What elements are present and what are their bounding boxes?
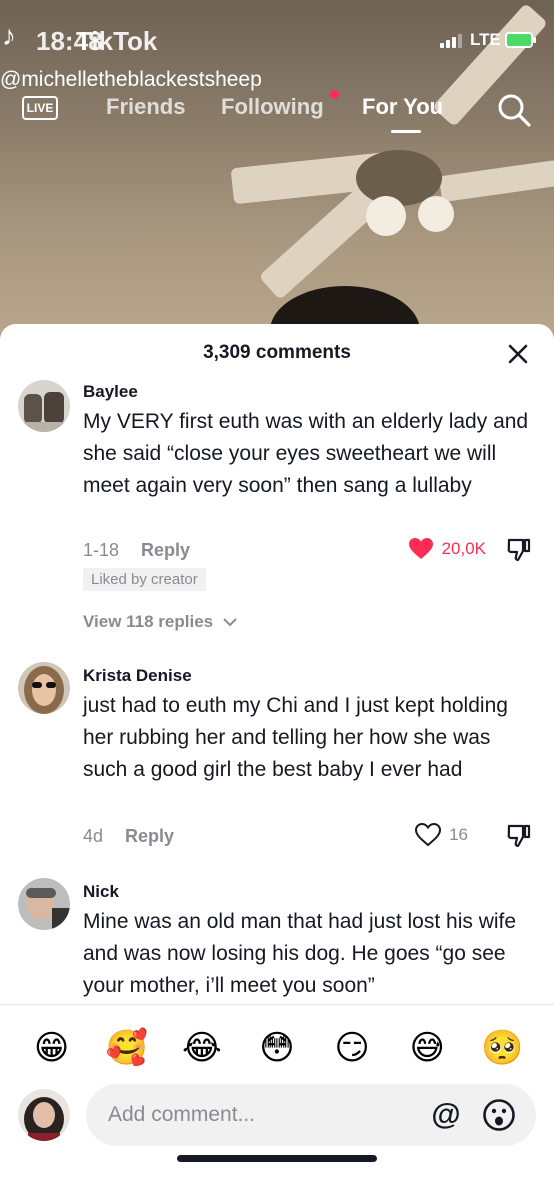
- fan-light: [418, 196, 454, 232]
- tiktok-logo-icon: ♪: [2, 20, 16, 51]
- status-time: 18:48: [36, 26, 103, 56]
- tab-for-you[interactable]: For You: [362, 94, 443, 120]
- like-count: 20,0K: [441, 539, 486, 558]
- dislike-icon[interactable]: [506, 822, 532, 848]
- active-tab-indicator: [391, 130, 421, 133]
- comment-author[interactable]: Nick: [83, 882, 119, 902]
- avatar[interactable]: [18, 662, 70, 714]
- home-indicator[interactable]: [177, 1155, 377, 1162]
- emoji-quick-bar: 😁 🥰 😂 😳 😏 😅 🥺: [0, 1026, 554, 1070]
- emoji-picker-icon[interactable]: [482, 1098, 516, 1132]
- view-replies-label: View 118 replies: [83, 612, 214, 631]
- avatar[interactable]: [18, 878, 70, 930]
- signal-icon: [440, 34, 462, 48]
- reply-button[interactable]: Reply: [141, 540, 190, 560]
- fan-blade: [438, 159, 554, 203]
- heart-filled-icon: [408, 538, 433, 559]
- emoji-hearts[interactable]: 🥰: [105, 1026, 149, 1070]
- liked-by-creator-badge: Liked by creator: [83, 568, 206, 591]
- search-icon[interactable]: [496, 92, 532, 128]
- comment-text: just had to euth my Chi and I just kept …: [83, 694, 508, 781]
- video-background[interactable]: ♪ TikTok 18:48 LTE @michelletheblackests…: [0, 0, 554, 340]
- battery-icon: [505, 32, 536, 48]
- comment-item: Nick Mine was an old man that had just l…: [0, 876, 554, 1004]
- status-bar: ♪ TikTok 18:48 LTE: [0, 20, 554, 56]
- comment-meta: 1-18 Reply: [83, 540, 190, 561]
- like-button[interactable]: 16: [415, 823, 468, 847]
- comment-text: Mine was an old man that had just lost h…: [83, 910, 517, 997]
- tab-following[interactable]: Following: [221, 94, 324, 120]
- comment-author[interactable]: Baylee: [83, 382, 138, 402]
- comment-date: 4d: [83, 826, 104, 846]
- comment-item: Krista Denise just had to euth my Chi an…: [0, 660, 554, 870]
- comments-list[interactable]: Baylee My VERY first euth was with an el…: [0, 372, 554, 1004]
- live-icon[interactable]: LIVE: [22, 96, 58, 120]
- comment-date: 1-18: [83, 540, 120, 560]
- fan-light: [366, 196, 406, 236]
- emoji-grin[interactable]: 😁: [30, 1026, 74, 1070]
- comment-input[interactable]: [108, 1084, 418, 1146]
- comments-sheet: 3,309 comments Baylee My VERY first euth…: [0, 324, 554, 1200]
- comment-meta: 4d Reply: [83, 826, 174, 847]
- comment-item: Baylee My VERY first euth was with an el…: [0, 372, 554, 652]
- comment-author[interactable]: Krista Denise: [83, 666, 192, 686]
- divider: [0, 1004, 554, 1005]
- emoji-sweat-smile[interactable]: 😅: [405, 1026, 449, 1070]
- like-button[interactable]: 20,0K: [408, 537, 486, 561]
- emoji-smirk[interactable]: 😏: [330, 1026, 374, 1070]
- top-nav: LIVE Friends Following For You: [0, 90, 554, 133]
- current-user-avatar[interactable]: [18, 1089, 70, 1141]
- network-label: LTE: [470, 30, 501, 49]
- reply-button[interactable]: Reply: [125, 826, 174, 846]
- notification-dot: [330, 90, 339, 99]
- emoji-flushed[interactable]: 😳: [255, 1026, 299, 1070]
- emoji-tears-of-joy[interactable]: 😂: [180, 1026, 224, 1070]
- comment-text: My VERY first euth was with an elderly l…: [83, 410, 529, 497]
- mention-icon[interactable]: @: [430, 1099, 462, 1131]
- view-replies-button[interactable]: View 118 replies: [83, 612, 238, 632]
- avatar[interactable]: [18, 380, 70, 432]
- chevron-down-icon: [223, 618, 237, 627]
- comment-composer: @: [86, 1084, 536, 1146]
- creator-handle[interactable]: @michelletheblackestsheep: [0, 68, 262, 92]
- emoji-pleading[interactable]: 🥺: [480, 1026, 524, 1070]
- comments-count-title: 3,309 comments: [203, 342, 351, 363]
- like-count: 16: [449, 825, 468, 844]
- heart-outline-icon: [415, 823, 442, 847]
- dislike-icon[interactable]: [506, 536, 532, 562]
- tab-friends[interactable]: Friends: [106, 94, 185, 120]
- close-icon[interactable]: [506, 342, 530, 366]
